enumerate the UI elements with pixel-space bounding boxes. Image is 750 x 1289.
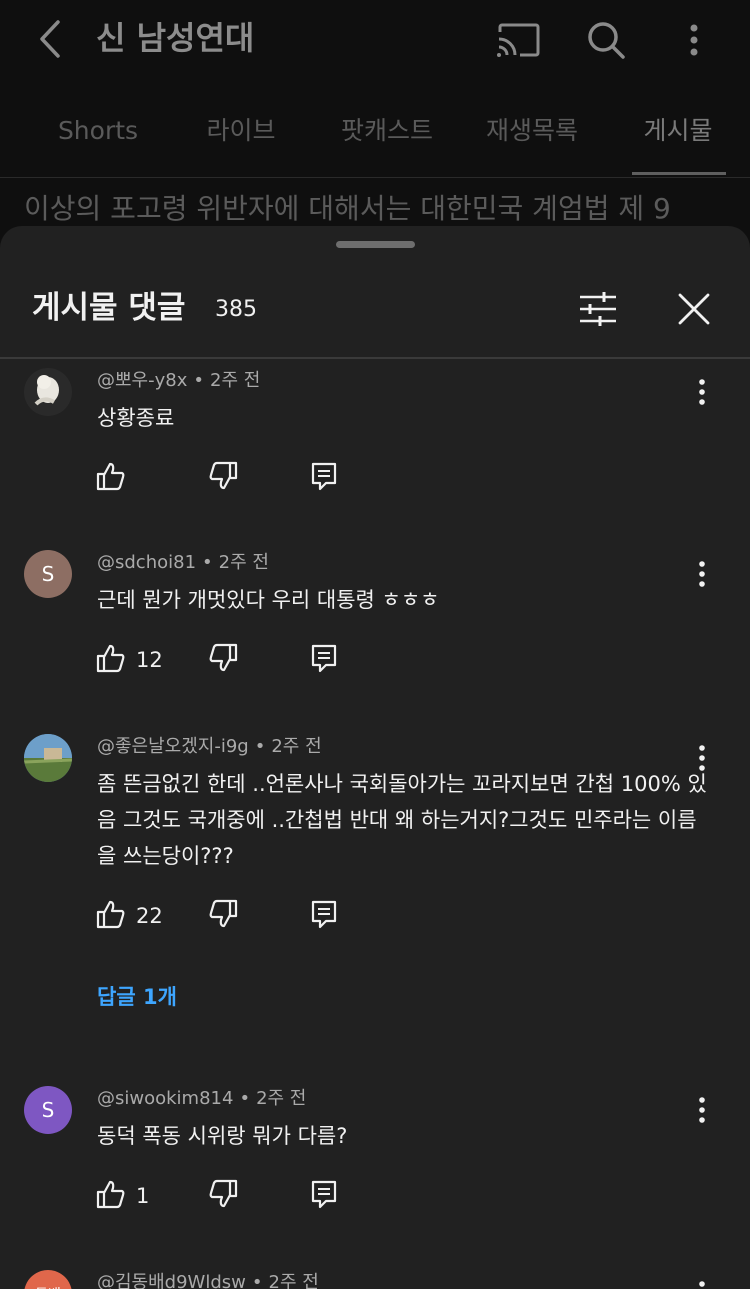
thumb-up-icon (96, 899, 126, 933)
reply-comment-icon (310, 461, 338, 495)
thumb-up-icon (96, 1179, 126, 1213)
thumb-down-icon (208, 1179, 238, 1213)
sheet-title: 게시물 댓글 (32, 290, 186, 326)
comment-count: 385 (215, 297, 257, 322)
like-button[interactable]: 1 (96, 1178, 149, 1214)
comment-author[interactable]: @siwookim814 (97, 1088, 233, 1109)
tab-live[interactable]: 라이브 (186, 100, 296, 176)
more-vert-icon[interactable] (690, 1274, 714, 1289)
comment-meta: @siwookim814 • 2주 전 (97, 1088, 307, 1109)
back-arrow-icon[interactable] (30, 16, 70, 62)
like-count: 1 (136, 1184, 150, 1208)
comment-time: 2주 전 (256, 1088, 307, 1109)
thumb-down-icon (208, 643, 238, 677)
like-button[interactable] (96, 460, 136, 496)
reply-button[interactable] (310, 642, 338, 678)
dislike-button[interactable] (208, 642, 238, 678)
thumb-down-icon (208, 899, 238, 933)
comment-text: 근데 뭔가 개멋있다 우리 대통령 ㅎㅎㅎ (97, 588, 440, 612)
tabs-divider (0, 177, 750, 178)
reply-button[interactable] (310, 460, 338, 496)
top-app-bar: 신 남성연대 (0, 0, 750, 80)
comment-time: 2주 전 (218, 552, 269, 573)
channel-tabs: Shorts 라이브 팟캐스트 재생목록 게시물 (0, 100, 750, 178)
comment-meta: @뽀우-y8x • 2주 전 (97, 370, 261, 391)
view-replies-button[interactable]: 답글 1개 (97, 982, 177, 1012)
avatar[interactable]: S (24, 1086, 72, 1134)
comments-sheet: 게시물 댓글 385 @뽀우-y8x • 2주 전 상황종료 S @sdchoi… (0, 226, 750, 1289)
active-tab-indicator (632, 172, 726, 175)
comment-author[interactable]: @김동배d9Wldsw (97, 1272, 246, 1289)
sheet-divider (0, 357, 750, 359)
avatar[interactable]: S (24, 550, 72, 598)
channel-title: 신 남성연대 (96, 19, 255, 57)
filter-sliders-icon[interactable] (573, 284, 623, 334)
avatar-letter: 동배 (35, 1284, 61, 1289)
like-count: 22 (136, 904, 163, 928)
tab-posts[interactable]: 게시물 (626, 100, 730, 176)
avatar[interactable]: 동배 (24, 1270, 72, 1289)
dislike-button[interactable] (208, 460, 238, 496)
comment-author[interactable]: @뽀우-y8x (97, 370, 187, 391)
reply-comment-icon (310, 643, 338, 677)
reply-comment-icon (310, 899, 338, 933)
comment-author[interactable]: @sdchoi81 (97, 552, 196, 573)
reply-comment-icon (310, 1179, 338, 1213)
comment-author[interactable]: @좋은날오겠지-i9g (97, 736, 249, 757)
reply-button[interactable] (310, 1178, 338, 1214)
comment-meta: @좋은날오겠지-i9g • 2주 전 (97, 736, 322, 757)
dislike-button[interactable] (208, 1178, 238, 1214)
tab-podcasts[interactable]: 팟캐스트 (320, 100, 454, 176)
tab-shorts[interactable]: Shorts (30, 100, 166, 176)
comment-time: 2주 전 (210, 370, 261, 391)
avatar[interactable] (24, 368, 72, 416)
comment-text: 상황종료 (97, 406, 175, 430)
thumb-down-icon (208, 461, 238, 495)
avatar-letter: S (41, 1098, 55, 1122)
comment-text: 동덕 폭동 시위랑 뭐가 다름? (97, 1124, 348, 1148)
comment-meta: @sdchoi81 • 2주 전 (97, 552, 269, 573)
comment-time: 2주 전 (268, 1272, 319, 1289)
drag-handle[interactable] (336, 241, 415, 248)
search-icon[interactable] (582, 16, 630, 64)
thumb-up-icon (96, 643, 126, 677)
more-vert-icon[interactable] (670, 16, 718, 64)
comment-time: 2주 전 (271, 736, 322, 757)
like-button[interactable]: 12 (96, 642, 163, 678)
avatar-letter: S (41, 562, 55, 586)
cast-icon[interactable] (494, 16, 542, 64)
like-count: 12 (136, 648, 163, 672)
close-icon[interactable] (669, 284, 719, 334)
dislike-button[interactable] (208, 898, 238, 934)
comment-text: 좀 뜬금없긴 한데 ..언론사나 국회돌아가는 꼬라지보면 간첩 100% 있음… (97, 772, 707, 868)
reply-button[interactable] (310, 898, 338, 934)
avatar[interactable] (24, 734, 72, 782)
like-button[interactable]: 22 (96, 898, 163, 934)
comment-meta: @김동배d9Wldsw • 2주 전 (97, 1270, 319, 1289)
tab-playlists[interactable]: 재생목록 (472, 100, 592, 176)
thumb-up-icon (96, 461, 126, 495)
